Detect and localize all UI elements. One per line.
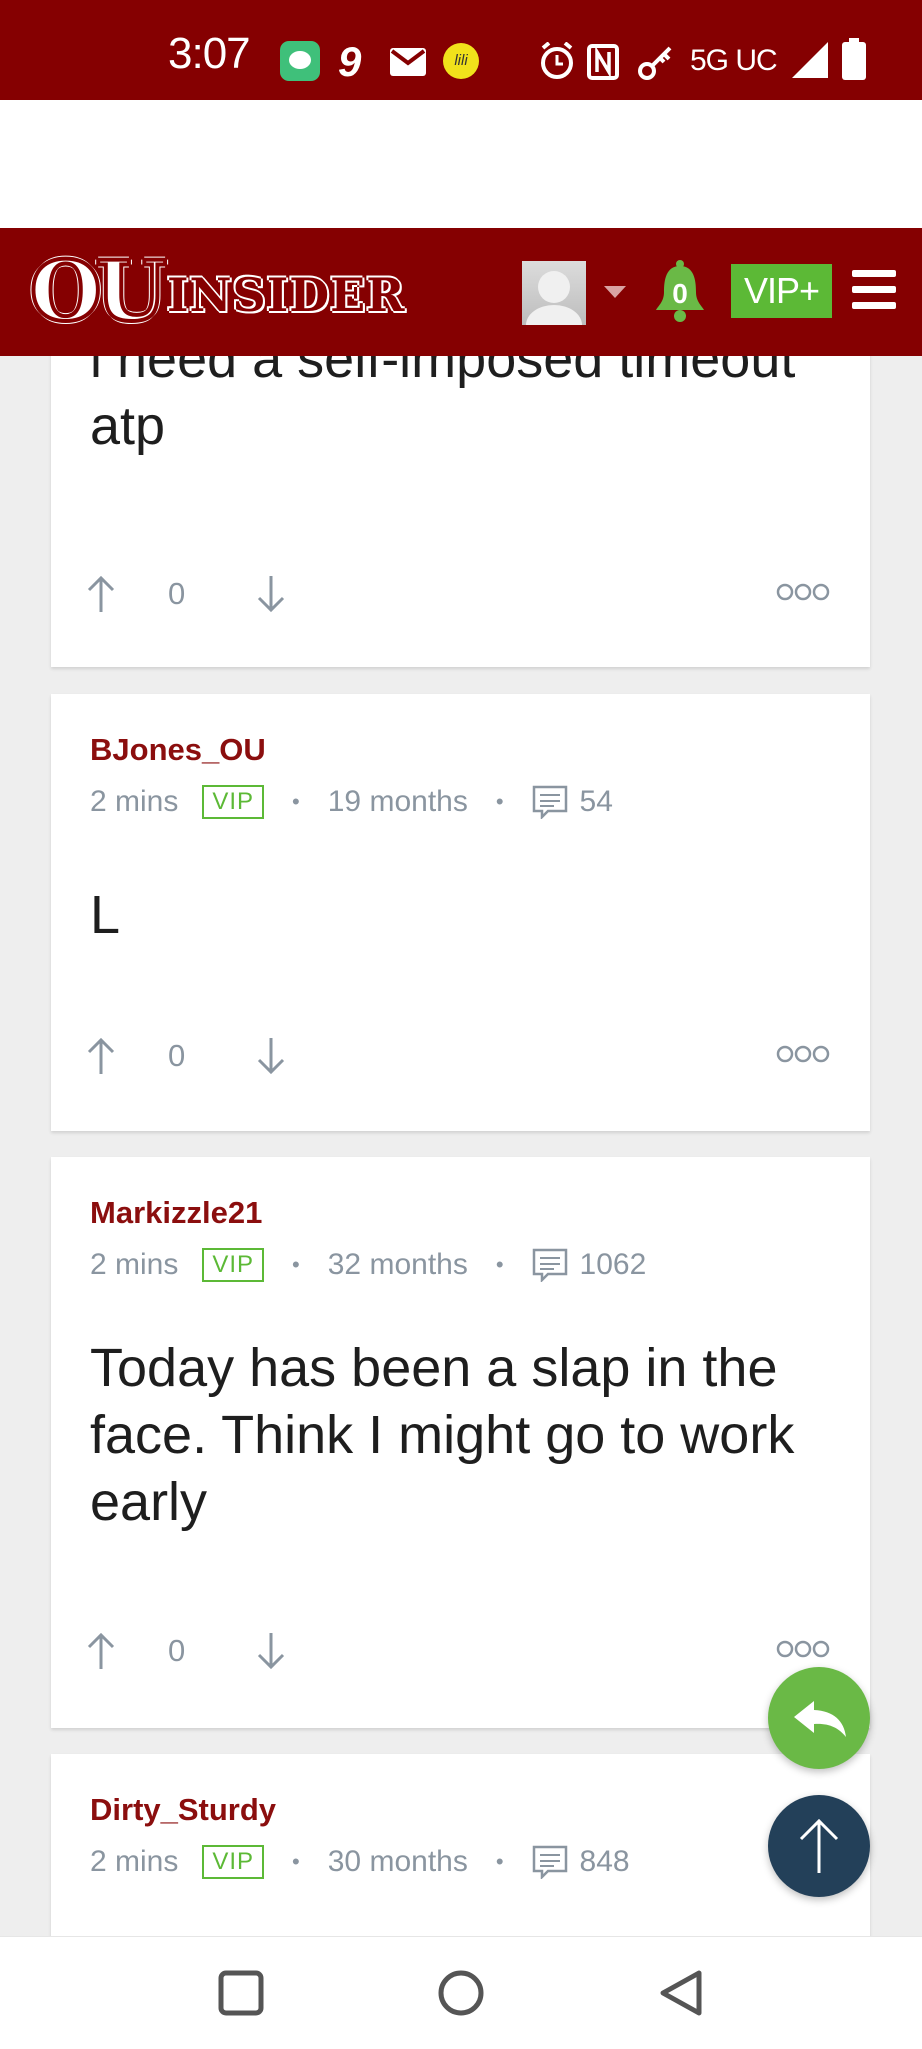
member-tenure: 30 months [327, 1845, 468, 1878]
vip-badge: VIP [202, 1248, 265, 1282]
lili-icon: lili [443, 43, 479, 79]
comment-body: i need a self-imposed timeout atp [90, 356, 796, 456]
comment-actions: 0 [81, 1629, 840, 1673]
menu-icon[interactable] [852, 270, 896, 310]
lili-label: lili [454, 52, 468, 69]
downvote-icon[interactable] [251, 1629, 291, 1673]
notification-count: 0 [672, 278, 688, 309]
separator-dot: • [495, 1849, 504, 1874]
comment-meta: 2 mins VIP • 19 months • 54 [90, 782, 613, 822]
comment-count-icon [532, 1248, 567, 1282]
status-bar: 3:07 9 lili 5G UC [0, 0, 922, 100]
key-icon [638, 46, 672, 80]
network-label: 5G UC [690, 44, 778, 77]
comment-time: 2 mins [90, 785, 179, 818]
nfc-icon [587, 44, 619, 80]
more-options-icon[interactable] [776, 582, 830, 602]
separator-dot: • [292, 789, 300, 814]
comment-actions: 0 [81, 1034, 840, 1078]
more-options-icon[interactable] [776, 1044, 830, 1064]
user-avatar[interactable] [522, 261, 586, 345]
chat-app-icon [280, 41, 320, 81]
blank-banner [0, 100, 922, 228]
chevron-down-icon[interactable] [604, 286, 626, 298]
upvote-icon[interactable] [81, 572, 121, 616]
recents-icon[interactable] [215, 1967, 267, 2019]
vote-count: 0 [168, 576, 186, 611]
site-logo[interactable]: OU INSIDER [28, 242, 406, 342]
avatar-silhouette-icon [526, 271, 582, 345]
logo-insider: INSIDER [166, 268, 406, 322]
reply-button[interactable] [768, 1667, 870, 1769]
back-icon[interactable] [655, 1967, 707, 2019]
comment-card: Dirty_Sturdy 2 mins VIP • 30 months • 84… [51, 1754, 870, 1936]
site-header: OU INSIDER 0 VIP+ [0, 228, 922, 356]
post-count: 54 [579, 785, 613, 818]
svg-text:9: 9 [338, 40, 362, 82]
system-nav-bar [0, 1936, 922, 2049]
comment-username[interactable]: Dirty_Sturdy [90, 1792, 276, 1828]
comment-count-icon [532, 1845, 567, 1879]
scroll-top-button[interactable] [768, 1795, 870, 1897]
comment-meta: 2 mins VIP • 32 months • 1062 [90, 1245, 646, 1285]
comment-time: 2 mins [90, 1845, 179, 1878]
battery-icon [842, 38, 866, 80]
vip-badge: VIP [202, 785, 265, 819]
home-icon[interactable] [435, 1967, 487, 2019]
post-count: 1062 [579, 1248, 647, 1281]
vote-count: 0 [168, 1633, 186, 1668]
gmail-icon [390, 48, 426, 76]
separator-dot: • [495, 1252, 504, 1277]
comment-time: 2 mins [90, 1248, 179, 1281]
downvote-icon[interactable] [251, 572, 291, 616]
vip-plus-button[interactable]: VIP+ [731, 264, 832, 318]
comment-card: i need a self-imposed timeout atp 0 [51, 356, 870, 667]
arrow-up-icon [799, 1818, 839, 1873]
separator-dot: • [495, 789, 504, 814]
more-options-icon[interactable] [776, 1639, 830, 1659]
post-count: 848 [579, 1845, 630, 1878]
vip-badge: VIP [202, 1845, 265, 1879]
comment-card: Markizzle21 2 mins VIP • 32 months • 106… [51, 1157, 870, 1728]
notification-button[interactable]: 0 [652, 258, 708, 324]
vote-count: 0 [168, 1038, 186, 1073]
comment-username[interactable]: BJones_OU [90, 732, 266, 768]
member-tenure: 19 months [327, 785, 468, 818]
comment-username[interactable]: Markizzle21 [90, 1195, 262, 1231]
signal-icon [792, 42, 828, 78]
separator-dot: • [292, 1252, 300, 1277]
status-time: 3:07 [168, 29, 251, 78]
comment-body: L [90, 885, 121, 945]
comment-body: Today has been a slap in the face. Think… [90, 1338, 795, 1532]
separator-dot: • [292, 1849, 300, 1874]
reply-icon [794, 1701, 846, 1737]
member-tenure: 32 months [327, 1248, 468, 1281]
comment-card: BJones_OU 2 mins VIP • 19 months • 54 L … [51, 694, 870, 1131]
logo-ou: OU [28, 244, 169, 340]
downvote-icon[interactable] [251, 1034, 291, 1078]
comment-count-icon [532, 785, 567, 819]
comment-meta: 2 mins VIP • 30 months • 848 [90, 1842, 630, 1882]
upvote-icon[interactable] [81, 1629, 121, 1673]
comment-actions: 0 [81, 572, 840, 616]
alarm-icon [541, 42, 573, 79]
nine-icon: 9 [338, 40, 362, 82]
upvote-icon[interactable] [81, 1034, 121, 1078]
